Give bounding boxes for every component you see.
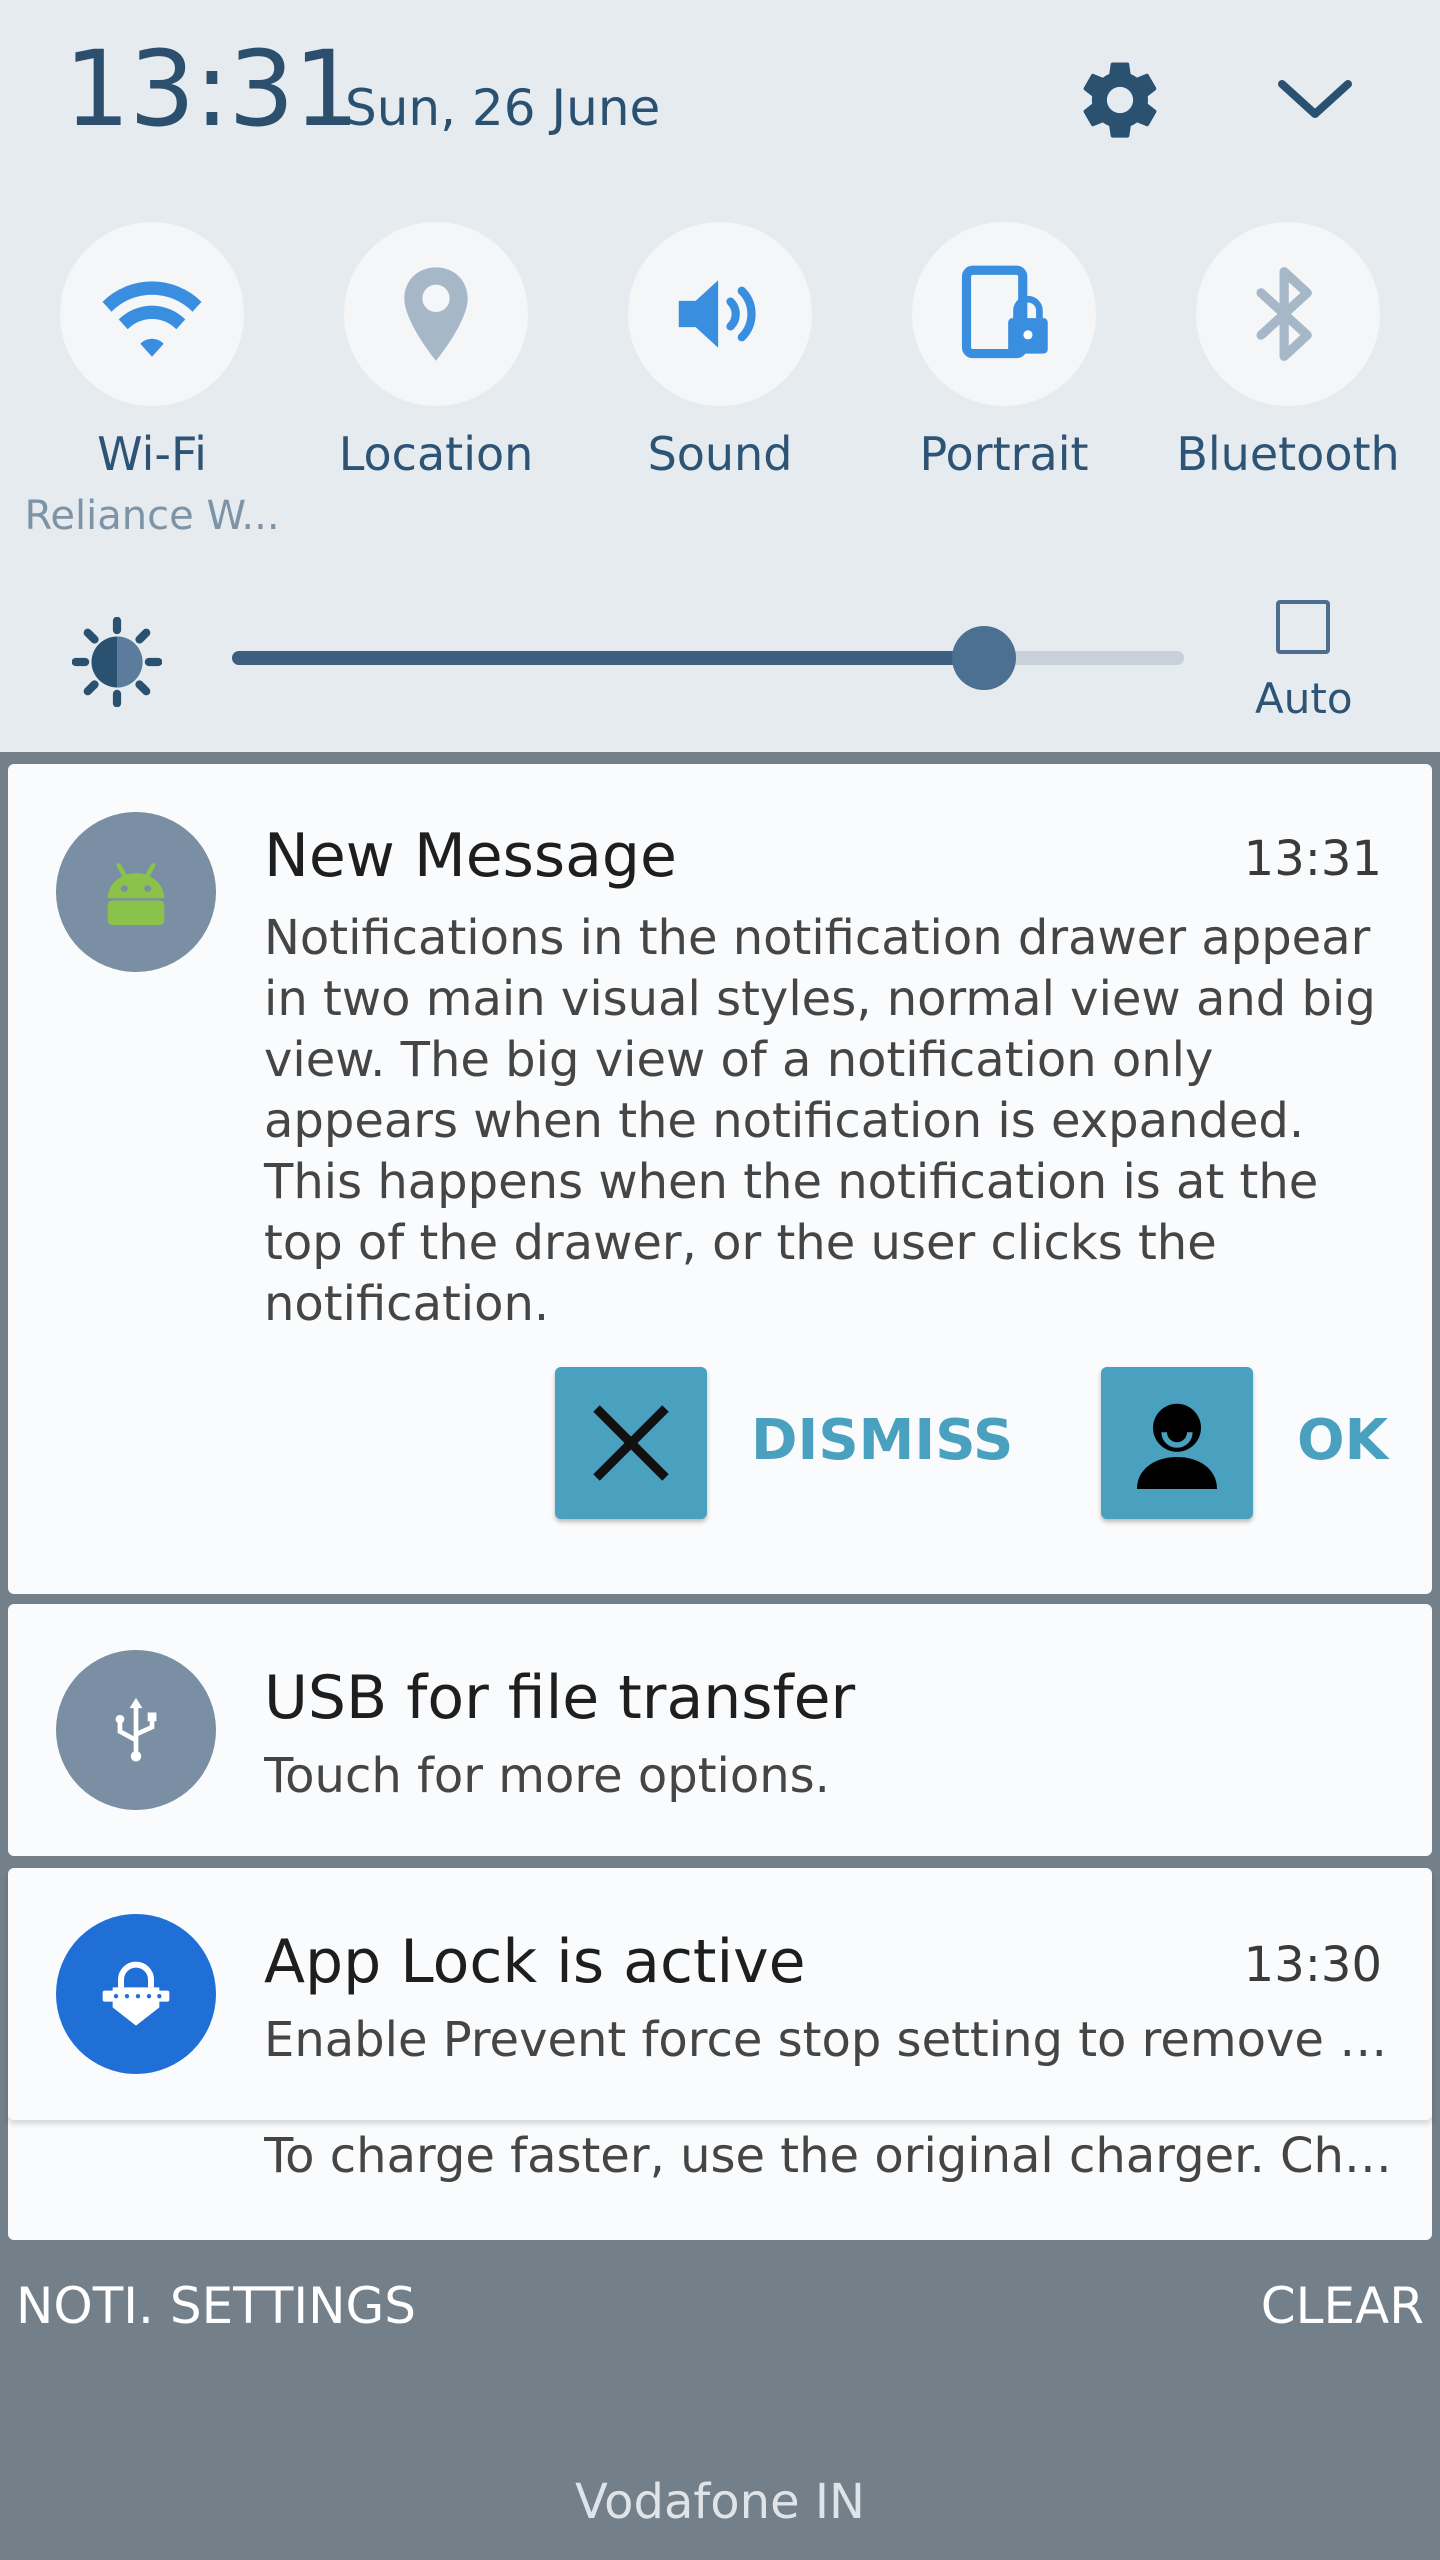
toggle-wifi-network: Reliance W... [24,492,280,539]
toggle-location-circle[interactable] [344,222,528,406]
wifi-icon [102,281,202,357]
notification-title: New Message [264,821,677,891]
notification-title: App Lock is active [264,1927,806,1997]
brightness-icon [72,617,162,707]
sound-icon [678,280,756,348]
brightness-slider-fill [232,651,985,665]
toggle-sound-label: Sound [647,427,793,481]
usb-icon-circle [56,1650,216,1810]
toggle-location-label: Location [338,427,534,481]
toggle-bluetooth-circle[interactable] [1196,222,1380,406]
toggle-wifi-circle[interactable] [60,222,244,406]
notification-body: Notifications in the notification drawer… [264,910,1376,1332]
carrier-name: Vodafone IN [575,2474,865,2530]
notification-title: USB for file transfer [264,1663,856,1733]
quick-settings-panel: 13:31 Sun, 26 June Wi-Fi Reliance W... L… [0,0,1440,752]
close-icon [593,1405,669,1481]
toggle-bluetooth-label: Bluetooth [1176,427,1400,481]
notification-body: Touch for more options. [264,1748,830,1804]
notification-time: 13:31 [1243,831,1382,887]
toggle-bluetooth[interactable]: Bluetooth [1146,222,1430,481]
app-lock-icon-circle [56,1914,216,2074]
brightness-slider[interactable] [232,626,1184,690]
toggle-location[interactable]: Location [294,222,578,481]
portrait-lock-icon [961,265,1048,359]
auto-brightness-label: Auto [1255,674,1353,723]
toggle-portrait-circle[interactable] [912,222,1096,406]
person-icon [1137,1403,1217,1489]
clear-all-button[interactable]: CLEAR [1261,2277,1424,2336]
toggle-sound-circle[interactable] [628,222,812,406]
notification-settings-button[interactable]: NOTI. SETTINGS [16,2277,416,2336]
notification-app-lock[interactable]: App Lock is active 13:30 Enable Prevent … [8,1868,1432,2120]
bluetooth-icon [1256,267,1312,361]
dismiss-action-icon[interactable] [555,1367,707,1519]
notification-usb[interactable]: USB for file transfer Touch for more opt… [8,1604,1432,1856]
notification-body: To charge faster, use the original charg… [264,2128,1394,2184]
usb-icon [115,1697,157,1762]
quick-toggles: Wi-Fi Reliance W... Location Sound Portr… [0,222,1440,542]
notification-body: Enable Prevent force stop setting to rem… [264,2012,1394,2068]
auto-brightness-checkbox[interactable] [1276,600,1330,654]
notification-time: 13:30 [1243,1937,1382,1993]
settings-gear-icon[interactable] [1075,55,1165,145]
toggle-wifi[interactable]: Wi-Fi Reliance W... [10,222,294,539]
date: Sun, 26 June [345,79,661,137]
android-app-icon [56,812,216,972]
brightness-slider-handle[interactable] [952,626,1017,690]
toggle-sound[interactable]: Sound [578,222,862,481]
toggle-portrait-label: Portrait [919,427,1089,481]
notification-new-message[interactable]: New Message 13:31 Notifications in the n… [8,764,1432,1594]
chevron-down-icon[interactable] [1270,62,1360,132]
dismiss-button[interactable]: DISMISS [751,1408,1013,1473]
toggle-wifi-label: Wi-Fi [97,427,207,481]
location-icon [404,267,468,361]
shield-icon [102,1961,170,2026]
clock: 13:31 [64,28,360,150]
ok-action-icon[interactable] [1101,1367,1253,1519]
toggle-portrait[interactable]: Portrait [862,222,1146,481]
ok-button[interactable]: OK [1297,1408,1388,1473]
